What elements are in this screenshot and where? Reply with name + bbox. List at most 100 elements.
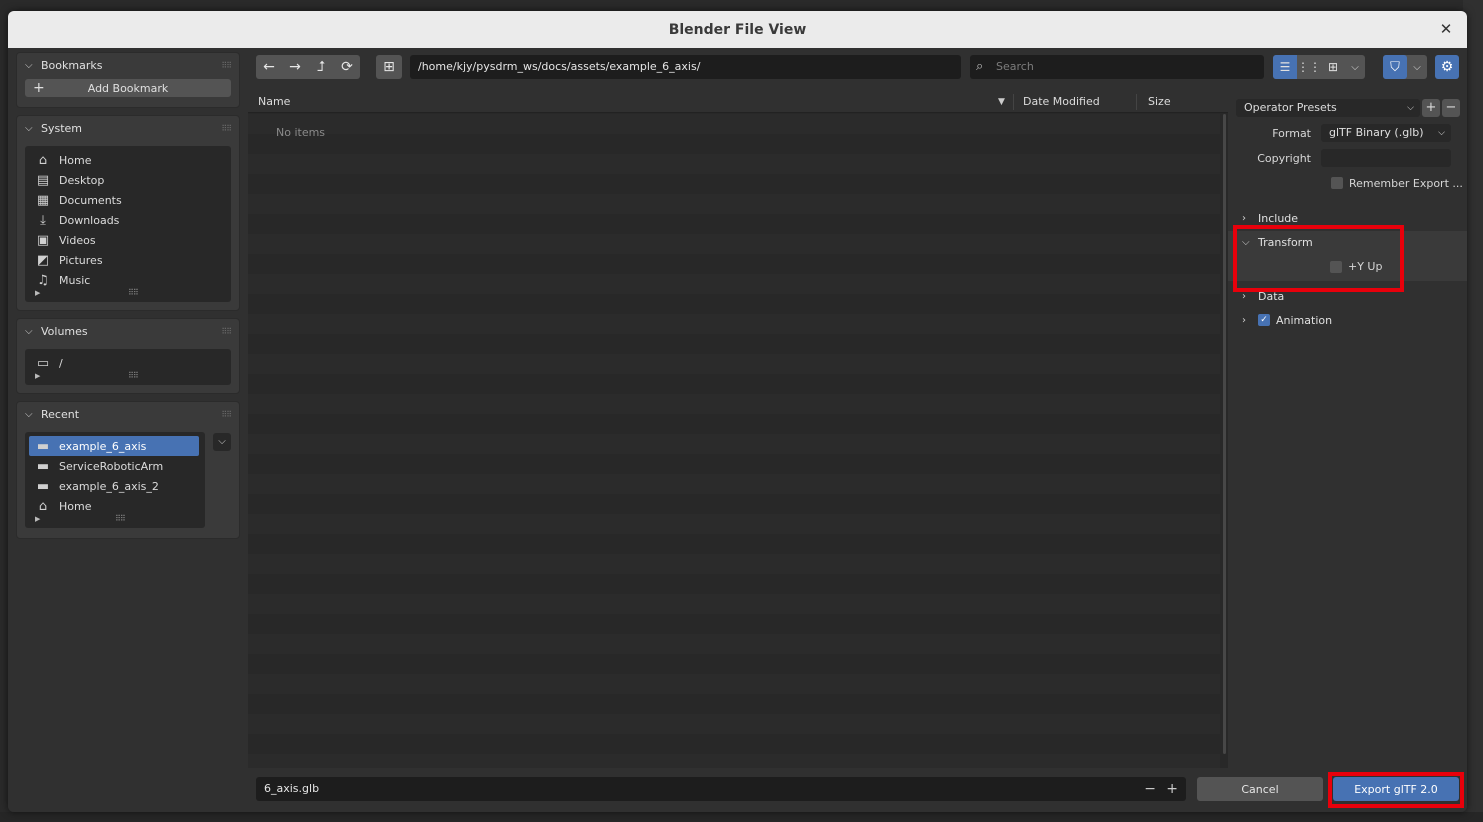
format-select[interactable]: glTF Binary (.glb) ⌵ — [1321, 124, 1451, 142]
remember-export-checkbox[interactable] — [1331, 177, 1343, 189]
chevron-down-icon[interactable]: ⌵ — [1407, 55, 1427, 79]
operator-presets-select[interactable]: Operator Presets ⌵ — [1236, 99, 1420, 117]
folder-icon: ▬ — [36, 458, 50, 474]
file-view-dialog: Blender File View ✕ ⌵ Bookmarks ⠿⠿ + Add… — [8, 11, 1467, 812]
sidebar-item-music[interactable]: ♫ Music — [25, 270, 231, 290]
section-data[interactable]: › Data — [1228, 285, 1467, 307]
chevron-right-icon: › — [1242, 212, 1246, 224]
decrement-icon[interactable]: − — [1144, 777, 1156, 801]
cancel-button[interactable]: Cancel — [1197, 777, 1323, 801]
drag-grip-icon[interactable]: ⠿⠿ — [221, 327, 232, 336]
remove-preset-button[interactable]: − — [1442, 99, 1460, 117]
directory-path-input[interactable]: /home/kjy/pysdrm_ws/docs/assets/example_… — [410, 55, 961, 79]
column-name[interactable]: Name — [258, 95, 290, 108]
list-item-label: example_6_axis_2 — [59, 479, 159, 493]
format-row: Format glTF Binary (.glb) ⌵ — [1228, 123, 1467, 143]
list-resize-handle[interactable]: ▶ ⠿⠿ — [25, 288, 231, 302]
list-item-label: Pictures — [59, 253, 103, 267]
expand-triangle-icon[interactable]: ▶ — [35, 372, 40, 380]
list-item-label: / — [59, 356, 63, 370]
drag-grip-icon[interactable]: ⠿⠿ — [221, 124, 232, 133]
increment-icon[interactable]: + — [1166, 777, 1178, 801]
bookmarks-header[interactable]: ⌵ Bookmarks ⠿⠿ — [17, 53, 239, 77]
drag-grip-icon[interactable]: ⠿⠿ — [221, 410, 232, 419]
recent-title: Recent — [41, 407, 80, 421]
vertical-list-icon[interactable]: ☰ — [1273, 55, 1297, 79]
chevron-down-icon: ⌵ — [25, 59, 33, 71]
filename-input[interactable]: 6_axis.glb − + — [256, 777, 1186, 801]
column-divider[interactable] — [1013, 94, 1014, 110]
sidebar-item-root-volume[interactable]: ▭ / — [25, 353, 231, 373]
sidebar-item-home[interactable]: ⌂ Home — [25, 150, 231, 170]
empty-message: No items — [276, 126, 326, 139]
list-item-label: Downloads — [59, 213, 120, 227]
sidebar-item-recent-servicerobotic-arm[interactable]: ▬ ServiceRoboticArm — [25, 456, 205, 476]
sidebar: ⌵ Bookmarks ⠿⠿ + Add Bookmark ⌵ System ⠿… — [8, 48, 248, 812]
volumes-header[interactable]: ⌵ Volumes ⠿⠿ — [17, 319, 239, 343]
folder-icon: ▬ — [36, 438, 50, 454]
column-divider[interactable] — [1136, 94, 1137, 110]
recent-header[interactable]: ⌵ Recent ⠿⠿ — [17, 402, 239, 426]
gear-icon[interactable]: ⚙ — [1435, 55, 1459, 79]
volumes-list: ▭ / ▶ ⠿⠿ — [25, 349, 231, 385]
sidebar-item-recent-example-6-axis-2[interactable]: ▬ example_6_axis_2 — [25, 476, 205, 496]
remember-export-row[interactable]: Remember Export ... — [1228, 173, 1467, 193]
animation-checkbox[interactable]: ✓ — [1258, 314, 1270, 326]
chevron-down-icon[interactable]: ⌵ — [1345, 55, 1365, 79]
sidebar-item-documents[interactable]: ▦ Documents — [25, 190, 231, 210]
system-panel: ⌵ System ⠿⠿ ⌂ Home ▤ Desktop ▦ Documents ⤓ D… — [16, 115, 240, 311]
system-title: System — [41, 121, 83, 135]
sidebar-item-videos[interactable]: ▣ Videos — [25, 230, 231, 250]
search-input[interactable]: ⌕ Search — [970, 55, 1264, 79]
chevron-down-icon[interactable]: ⌵ — [213, 433, 231, 451]
volumes-panel: ⌵ Volumes ⠿⠿ ▭ / ▶ ⠿⠿ — [16, 318, 240, 394]
operator-presets-label: Operator Presets — [1244, 101, 1337, 114]
folder-icon: ▬ — [36, 478, 50, 494]
add-preset-button[interactable]: + — [1422, 99, 1440, 117]
plus-icon: + — [33, 80, 45, 96]
expand-triangle-icon[interactable]: ▶ — [35, 515, 40, 523]
sidebar-item-downloads[interactable]: ⤓ Downloads — [25, 210, 231, 230]
scrollbar[interactable] — [1223, 114, 1226, 754]
system-list: ⌂ Home ▤ Desktop ▦ Documents ⤓ Downloads ▣ Vi… — [25, 146, 231, 302]
sidebar-item-pictures[interactable]: ◩ Pictures — [25, 250, 231, 270]
resize-grip-icon: ⠿⠿ — [128, 288, 139, 297]
documents-icon: ▦ — [36, 192, 50, 208]
videos-icon: ▣ — [36, 232, 50, 248]
chevron-down-icon: ⌵ — [25, 325, 33, 337]
section-include-label: Include — [1258, 211, 1299, 225]
refresh-icon[interactable]: ⟳ — [334, 55, 360, 79]
system-header[interactable]: ⌵ System ⠿⠿ — [17, 116, 239, 140]
sidebar-item-desktop[interactable]: ▤ Desktop — [25, 170, 231, 190]
section-animation[interactable]: › ✓ Animation — [1228, 309, 1467, 331]
copyright-label: Copyright — [1257, 151, 1311, 165]
section-data-label: Data — [1258, 289, 1285, 303]
section-animation-label: Animation — [1276, 313, 1333, 327]
column-date-modified[interactable]: Date Modified — [1023, 95, 1100, 108]
parent-directory-icon[interactable]: ⮥ — [308, 55, 334, 79]
drag-grip-icon[interactable]: ⠿⠿ — [221, 61, 232, 70]
list-item-label: Home — [59, 499, 92, 513]
export-options-panel: Operator Presets ⌵ + − Format glTF Binar… — [1228, 91, 1467, 768]
thumbnails-icon[interactable]: ⊞ — [1321, 55, 1345, 79]
column-size[interactable]: Size — [1148, 95, 1171, 108]
list-resize-handle[interactable]: ▶ ⠿⠿ — [25, 371, 231, 385]
back-arrow-icon[interactable]: ← — [256, 55, 282, 79]
forward-arrow-icon[interactable]: → — [282, 55, 308, 79]
add-bookmark-button[interactable]: + Add Bookmark — [25, 79, 231, 97]
sidebar-item-recent-example-6-axis[interactable]: ▬ example_6_axis — [29, 436, 199, 456]
copyright-input[interactable] — [1321, 149, 1451, 167]
remember-export-label: Remember Export ... — [1349, 176, 1463, 190]
filter-icon[interactable]: ⛉ — [1383, 55, 1407, 79]
file-list[interactable]: No items — [248, 114, 1220, 768]
horizontal-list-icon[interactable]: ⋮⋮ — [1297, 55, 1321, 79]
close-icon[interactable]: ✕ — [1437, 20, 1455, 38]
sort-descending-icon[interactable]: ▼ — [998, 97, 1005, 107]
disk-icon: ▭ — [36, 355, 50, 371]
new-folder-icon[interactable]: ⊞ — [376, 55, 402, 79]
list-resize-handle[interactable]: ▶ ⠿⠿ — [25, 514, 205, 528]
chevron-down-icon: ⌵ — [1407, 103, 1414, 113]
sidebar-item-recent-home[interactable]: ⌂ Home — [25, 496, 205, 516]
expand-triangle-icon[interactable]: ▶ — [35, 289, 40, 297]
list-item-label: Home — [59, 153, 92, 167]
